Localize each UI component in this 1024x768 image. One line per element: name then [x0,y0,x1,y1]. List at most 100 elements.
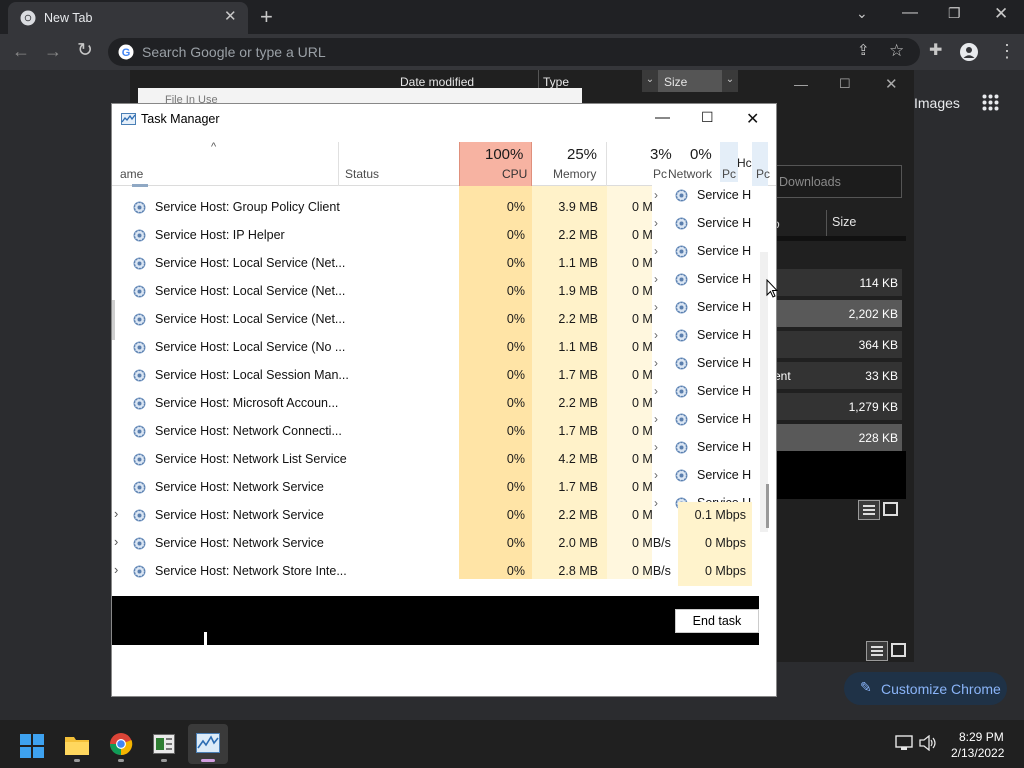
list-item[interactable]: › Service Hc [652,294,752,322]
maximize-icon[interactable]: ☐ [701,109,714,126]
chevron-down-icon[interactable]: ⌄ [642,70,658,92]
col-disk[interactable]: Pc [653,167,667,181]
menu-kebab-icon[interactable]: ⋮ [998,42,1016,60]
profile-avatar-icon[interactable] [960,43,978,61]
col-memory[interactable]: Memory [553,167,596,181]
chevron-right-icon[interactable]: › [654,272,658,286]
col-size2[interactable]: Size [832,215,856,229]
process-name: Service Hc [697,356,751,370]
list-item[interactable]: ent 33 KB [774,362,902,389]
close-tab-icon[interactable]: ✕ [224,9,237,24]
col-date-modified[interactable]: Date modified [400,75,474,89]
omnibox[interactable]: G Search Google or type a URL ⇪ ☆ [108,38,920,66]
chevron-right-icon[interactable]: › [654,300,658,314]
chevron-right-icon[interactable]: › [654,468,658,482]
chevron-right-icon[interactable]: › [654,216,658,230]
apps-grid-icon[interactable] [982,94,999,111]
search-input[interactable]: Downloads [770,165,902,198]
forward-icon[interactable]: → [44,42,62,60]
bookmark-star-icon[interactable]: ☆ [889,42,904,59]
list-item[interactable]: 1,279 KB [776,393,902,420]
col-network[interactable]: Network [668,167,712,181]
minimize-icon[interactable]: — [794,77,808,91]
taskbar-app[interactable] [144,724,184,764]
list-item[interactable]: › Service Hc [652,350,752,378]
tiles-view-icon[interactable] [891,643,906,657]
process-cpu: 0% [506,396,525,410]
details-view-icon[interactable] [858,500,880,520]
taskbar-file-explorer[interactable] [57,724,97,764]
process-memory: 1.9 MB [558,284,598,298]
clock-time[interactable]: 8:29 PM [959,730,1004,744]
close-icon[interactable]: ✕ [885,77,898,92]
process-disk: 0 M [632,396,653,410]
images-link[interactable]: Images [914,95,960,111]
chevron-right-icon[interactable]: › [654,440,658,454]
close-icon[interactable]: ✕ [746,109,759,129]
chevron-right-icon[interactable]: › [654,384,658,398]
new-tab-icon[interactable]: + [260,6,273,28]
network-icon[interactable] [895,735,913,751]
tab-title: New Tab [44,11,93,25]
back-icon[interactable]: ← [12,42,30,60]
list-item[interactable]: 114 KB [776,269,902,296]
minimize-icon[interactable]: — [902,5,918,21]
chevron-right-icon[interactable]: › [654,244,658,258]
col-power-trend[interactable]: Pc [756,167,770,181]
chevron-right-icon[interactable]: › [654,496,658,510]
process-disk: 0 M [632,200,653,214]
process-cpu: 0% [506,228,525,242]
reload-icon[interactable]: ↻ [77,41,93,60]
col-status[interactable]: Status [345,167,379,181]
list-item[interactable]: › Service Hc [652,322,752,350]
list-item[interactable]: › Service Hc [652,434,752,462]
chevron-right-icon[interactable]: › [654,356,658,370]
col-size[interactable]: Size [664,75,687,89]
process-name: Service Host: Local Service (Net... [155,284,346,298]
start-button[interactable] [12,724,52,764]
close-window-icon[interactable]: ✕ [994,5,1008,22]
chevron-right-icon[interactable]: › [114,562,118,577]
scrollbar-thumb[interactable] [766,484,769,528]
list-item[interactable]: 228 KB [776,424,902,451]
tab-new-tab[interactable]: New Tab ✕ [8,2,248,34]
extensions-icon[interactable]: ✚ [929,43,942,59]
list-item[interactable]: › Service Hc [652,210,752,238]
process-cpu: 0% [506,200,525,214]
col-power[interactable]: Pc [722,167,736,181]
chevron-right-icon[interactable]: › [654,328,658,342]
list-item[interactable]: › Service Hc [652,266,752,294]
minimize-icon[interactable]: — [655,109,670,126]
list-item[interactable]: › Service Hc [652,182,752,210]
table-row[interactable]: › Service Host: Network Store Inte... 0% 2.… [112,558,752,586]
gear-icon [674,272,689,287]
maximize-icon[interactable]: ☐ [839,77,851,90]
gear-icon [674,216,689,231]
chevron-down-icon[interactable]: ⌄ [856,6,868,20]
list-item[interactable]: 2,202 KB [776,300,902,327]
process-memory: 4.2 MB [558,452,598,466]
list-item[interactable]: › Service Hc [652,378,752,406]
chevron-right-icon[interactable]: › [654,412,658,426]
list-item[interactable]: › Service Hc [652,406,752,434]
details-view-icon[interactable] [866,641,888,661]
tiles-view-icon[interactable] [883,502,898,516]
taskbar-task-manager[interactable] [188,724,228,764]
end-task-button[interactable]: End task [675,609,759,633]
chevron-right-icon[interactable]: › [114,534,118,549]
list-item[interactable]: › Service Hc [652,462,752,490]
volume-icon[interactable] [919,735,937,751]
chevron-right-icon[interactable]: › [654,188,658,202]
chevron-right-icon[interactable]: › [114,506,118,521]
share-icon[interactable]: ⇪ [857,43,870,58]
list-item[interactable]: 364 KB [776,331,902,358]
customize-chrome-button[interactable]: ✎ Customize Chrome [844,672,1007,705]
col-type[interactable]: Type [543,75,569,89]
clock-date[interactable]: 2/13/2022 [951,746,1004,760]
restore-icon[interactable]: ❐ [948,6,961,20]
col-name[interactable]: ame [120,167,143,181]
table-row[interactable]: › Service Host: Network Service 0% 2.0 MB 0 … [112,530,752,558]
chevron-down-icon[interactable]: ⌄ [722,70,738,92]
taskbar-chrome[interactable] [101,724,141,764]
list-item[interactable]: › Service Hc [652,238,752,266]
